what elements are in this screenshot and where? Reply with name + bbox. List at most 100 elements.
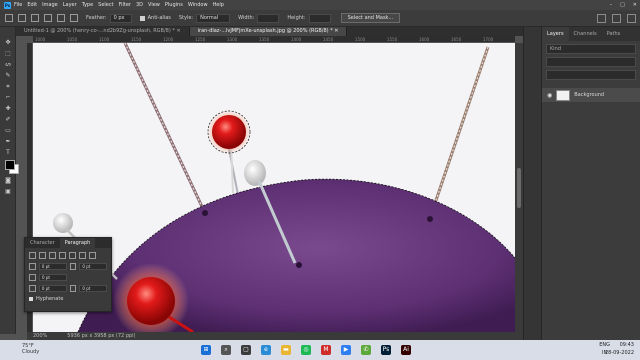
intersect-selection-icon[interactable] (70, 14, 78, 22)
workspace-icon[interactable] (612, 14, 621, 23)
menu-view[interactable]: View (148, 2, 160, 8)
select-and-mask-button[interactable]: Select and Mask... (340, 13, 401, 23)
illustrator-taskbar-icon[interactable]: Ai (401, 345, 411, 355)
hyphenate-checkbox[interactable] (29, 297, 33, 301)
tab-iran-dlaz[interactable]: iran-dlaz-...lvJMFjmXe-unsplash.jpg @ 20… (189, 27, 348, 36)
menu-plugins[interactable]: Plugins (165, 2, 183, 8)
crop-tool-icon[interactable]: ⌗ (4, 83, 12, 90)
menu-image[interactable]: Image (42, 2, 58, 8)
pen-tool-icon[interactable]: ✒ (4, 138, 12, 145)
hyphenate-label: Hyphenate (36, 296, 64, 302)
lasso-tool-icon[interactable] (18, 14, 26, 22)
chrome-icon[interactable]: ◎ (301, 345, 311, 355)
lasso-tool-icon[interactable]: ᔕ (4, 61, 12, 68)
screen-mode-icon[interactable]: ▣ (4, 188, 12, 195)
menu-3d[interactable]: 3D (136, 2, 143, 8)
system-clock[interactable]: 09:43 28-09-2022 (605, 341, 634, 357)
photoshop-taskbar-icon[interactable]: Ps (381, 345, 391, 355)
tab-untitled-1[interactable]: Untitled-1 @ 200% (henry-co-...nd2b9Zg-u… (16, 27, 190, 36)
zoom-level[interactable]: 200% (33, 333, 47, 339)
eye-icon[interactable]: ◉ (547, 92, 552, 99)
first-line-indent-icon (29, 274, 36, 281)
vertical-scrollbar[interactable] (515, 43, 523, 332)
marquee-tool-icon[interactable]: ⬚ (4, 50, 12, 57)
ruler-tick: 1200 (163, 37, 174, 42)
ruler-tick: 1600 (419, 37, 430, 42)
antialias-checkbox[interactable] (139, 15, 145, 21)
indent-left-input[interactable]: 0 pt (38, 263, 67, 270)
menu-edit[interactable]: Edit (27, 2, 37, 8)
quick-mask-icon[interactable]: ◙ (4, 177, 12, 184)
justify-left-icon[interactable] (59, 252, 66, 259)
type-tool-icon[interactable]: T (4, 149, 12, 156)
menu-help[interactable]: Help (213, 2, 224, 8)
eraser-tool-icon[interactable]: ▭ (4, 127, 12, 134)
feather-label: Feather: (86, 15, 107, 21)
justify-all-icon[interactable] (89, 252, 96, 259)
layer-filter-select[interactable]: Kind (546, 44, 636, 54)
mcafee-icon[interactable]: M (321, 345, 331, 355)
tab-layers[interactable]: Layers (542, 27, 569, 41)
clock-date: 28-09-2022 (604, 350, 634, 356)
whatsapp-icon[interactable]: ✆ (361, 345, 371, 355)
first-line-indent-input[interactable]: 0 pt (39, 274, 67, 281)
brush-tool-icon[interactable]: ✐ (4, 116, 12, 123)
menu-select[interactable]: Select (98, 2, 113, 8)
height-label: Height: (287, 15, 306, 21)
style-select[interactable]: Normal (196, 13, 231, 23)
options-bar: Feather: 0 px Anti-alias Style: Normal W… (0, 10, 640, 27)
zoom-app-icon[interactable]: ▶ (341, 345, 351, 355)
foreground-color-swatch[interactable] (5, 160, 15, 170)
space-after-input[interactable]: 0 pt (79, 285, 107, 292)
edge-icon[interactable]: e (261, 345, 271, 355)
space-before-input[interactable]: 0 pt (38, 285, 67, 292)
ruler-tick: 1100 (99, 37, 110, 42)
tab-paths[interactable]: Paths (602, 27, 626, 41)
ruler-tick: 1450 (323, 37, 334, 42)
start-icon[interactable]: ⊞ (201, 345, 211, 355)
search-icon[interactable] (597, 14, 606, 23)
eyedropper-tool-icon[interactable]: ⌐ (4, 94, 12, 101)
weather-widget[interactable]: 75°F Cloudy (22, 343, 39, 355)
new-selection-icon[interactable] (31, 14, 39, 22)
indent-right-input[interactable]: 0 pt (79, 263, 107, 270)
menu-window[interactable]: Window (188, 2, 208, 8)
height-input[interactable] (308, 13, 331, 23)
menu-type[interactable]: Type (82, 2, 93, 8)
tab-paragraph[interactable]: Paragraph (59, 238, 96, 248)
maximize-button[interactable]: □ (620, 2, 625, 8)
align-left-icon[interactable] (29, 252, 36, 259)
home-icon[interactable] (5, 14, 13, 22)
menu-file[interactable]: File (14, 2, 22, 8)
blend-mode-select[interactable] (546, 57, 636, 67)
close-button[interactable]: ✕ (633, 2, 637, 8)
align-center-icon[interactable] (39, 252, 46, 259)
tab-character[interactable]: Character (25, 238, 60, 248)
scrollbar-thumb[interactable] (517, 168, 521, 208)
tab-channels[interactable]: Channels (569, 27, 602, 41)
move-tool-icon[interactable]: ✥ (4, 39, 12, 46)
width-input[interactable] (257, 13, 280, 23)
file-explorer-icon[interactable]: ▬ (281, 345, 291, 355)
menu-layer[interactable]: Layer (63, 2, 77, 8)
share-icon[interactable] (627, 14, 636, 23)
indent-left-icon (29, 263, 36, 270)
subtract-selection-icon[interactable] (57, 14, 65, 22)
menu-filter[interactable]: Filter (119, 2, 131, 8)
indent-right-icon (69, 263, 77, 270)
minimize-button[interactable]: – (610, 2, 613, 8)
add-selection-icon[interactable] (44, 14, 52, 22)
align-right-icon[interactable] (49, 252, 56, 259)
search-icon[interactable]: ⌕ (221, 345, 231, 355)
feather-input[interactable]: 0 px (109, 13, 132, 23)
layer-row-background[interactable]: ◉ Background (542, 88, 640, 102)
ruler-tick: 1700 (483, 37, 494, 42)
healing-tool-icon[interactable]: ✚ (4, 105, 12, 112)
space-before-icon (29, 285, 36, 292)
panel-icon-strip (523, 27, 541, 340)
justify-right-icon[interactable] (79, 252, 86, 259)
document-size: 5936 px x 3958 px (72 ppi) (67, 333, 136, 339)
quick-select-tool-icon[interactable]: ✎ (4, 72, 12, 79)
justify-center-icon[interactable] (69, 252, 76, 259)
task-view-icon[interactable]: ▢ (241, 345, 251, 355)
